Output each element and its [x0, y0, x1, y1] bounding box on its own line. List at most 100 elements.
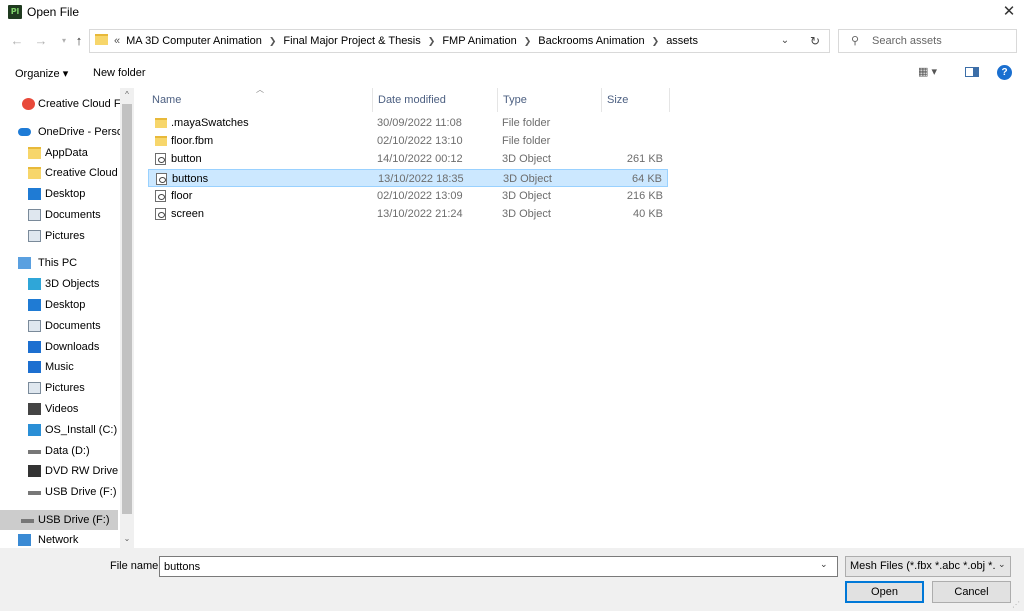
file-name: floor.fbm: [171, 135, 214, 148]
pictures-icon: [28, 382, 41, 394]
view-options-icon[interactable]: ▦ ▾: [918, 65, 937, 78]
file-row[interactable]: floor.fbm 02/10/2022 13:10 File folder: [148, 132, 668, 150]
nav-item[interactable]: AppData: [0, 143, 120, 163]
nav-item[interactable]: Documents: [0, 316, 120, 336]
creative-cloud-icon: [22, 98, 35, 110]
nav-item-label: Creative Cloud F: [45, 167, 120, 179]
folder-icon: [155, 136, 167, 147]
cancel-button[interactable]: Cancel: [932, 581, 1011, 603]
column-divider[interactable]: [497, 88, 498, 112]
folder-icon: [28, 167, 41, 179]
desktop-icon: [28, 188, 41, 200]
breadcrumb-item[interactable]: Backrooms Animation: [538, 35, 644, 47]
file-name: floor: [171, 189, 193, 202]
chevron-down-icon[interactable]: ⌄: [820, 559, 828, 570]
nav-item[interactable]: Documents: [0, 205, 120, 225]
nav-item[interactable]: Desktop: [0, 295, 120, 315]
nav-item[interactable]: Data (D:): [0, 441, 120, 461]
folder-icon: [95, 34, 108, 45]
chevron-right-icon[interactable]: ❯: [269, 36, 277, 47]
column-divider[interactable]: [372, 88, 373, 112]
back-arrow-icon[interactable]: ←: [9, 33, 25, 49]
nav-item-label: Downloads: [45, 341, 100, 353]
nav-item-label: Network: [38, 534, 79, 546]
column-header-type[interactable]: Type: [503, 93, 527, 111]
column-header-size[interactable]: Size: [607, 93, 628, 111]
column-divider[interactable]: [669, 88, 670, 112]
breadcrumb-item[interactable]: Final Major Project & Thesis: [283, 35, 420, 47]
nav-item[interactable]: OS_Install (C:): [0, 420, 120, 440]
nav-item[interactable]: 3D Objects: [0, 274, 120, 294]
up-arrow-icon[interactable]: ↑: [71, 33, 87, 49]
nav-item-label: Documents: [45, 209, 101, 221]
chevron-right-icon[interactable]: ❯: [524, 36, 532, 47]
breadcrumb-overflow[interactable]: «: [114, 35, 120, 47]
nav-item-label: This PC: [38, 257, 78, 269]
folder-icon: [155, 118, 167, 128]
chevron-down-icon[interactable]: ⌄: [998, 559, 1006, 570]
file-row[interactable]: floor 02/10/2022 13:09 3D Object 216 KB: [148, 187, 668, 205]
window-title: Open File: [27, 5, 80, 19]
scroll-up-icon[interactable]: ^: [120, 90, 134, 99]
drive-icon: [28, 450, 41, 454]
chevron-right-icon[interactable]: ❯: [428, 36, 436, 47]
title-bar: [0, 0, 1024, 25]
nav-item[interactable]: Creative Cloud F: [0, 163, 120, 183]
help-icon[interactable]: ?: [997, 65, 1012, 80]
nav-item[interactable]: Downloads: [0, 337, 120, 357]
recent-locations-chevron-icon[interactable]: ▾: [56, 33, 72, 49]
usb-drive-icon: [28, 491, 41, 495]
dvd-drive-icon: [28, 465, 41, 477]
nav-item[interactable]: OneDrive - Person: [0, 122, 120, 142]
nav-item-label: Videos: [45, 403, 79, 415]
breadcrumb-item[interactable]: MA 3D Computer Animation: [126, 35, 262, 47]
preview-pane-icon[interactable]: [965, 67, 979, 77]
search-input[interactable]: [872, 31, 1012, 51]
file-name: .mayaSwatches: [171, 117, 249, 129]
windows-drive-icon: [28, 424, 41, 436]
nav-item[interactable]: Network: [0, 530, 120, 548]
file-size: 64 KB: [632, 172, 662, 185]
file-row[interactable]: button 14/10/2022 00:12 3D Object 261 KB: [148, 150, 668, 168]
this-pc-icon: [18, 257, 31, 269]
breadcrumb-item[interactable]: assets: [666, 35, 698, 47]
chevron-right-icon[interactable]: ❯: [652, 36, 660, 47]
nav-item[interactable]: Pictures: [0, 378, 120, 398]
nav-item[interactable]: USB Drive (F:): [0, 510, 118, 530]
refresh-icon[interactable]: ↻: [806, 33, 824, 49]
organize-menu[interactable]: Organize ▾: [15, 67, 68, 80]
search-icon: ⚲: [851, 35, 860, 47]
file-name-input[interactable]: [164, 558, 804, 575]
3d-file-icon: [156, 172, 167, 185]
scroll-down-icon[interactable]: ⌄: [120, 534, 134, 543]
column-header-date[interactable]: Date modified: [378, 93, 446, 111]
nav-item[interactable]: DVD RW Drive (E: [0, 461, 120, 481]
nav-item[interactable]: Creative Cloud Fil: [0, 94, 120, 114]
pictures-icon: [28, 230, 41, 242]
file-row[interactable]: buttons 13/10/2022 18:35 3D Object 64 KB: [148, 168, 668, 187]
chevron-down-icon[interactable]: ⌄: [778, 33, 792, 49]
file-type: 3D Object: [502, 208, 551, 220]
forward-arrow-icon[interactable]: →: [33, 33, 49, 49]
file-row[interactable]: .mayaSwatches 30/09/2022 11:08 File folder: [148, 114, 668, 132]
nav-item[interactable]: Pictures: [0, 226, 120, 246]
nav-item[interactable]: Videos: [0, 399, 120, 419]
close-icon[interactable]: ✕: [998, 2, 1020, 22]
column-divider[interactable]: [601, 88, 602, 112]
open-button[interactable]: Open: [845, 581, 924, 603]
file-name: screen: [171, 208, 205, 220]
nav-item[interactable]: Desktop: [0, 184, 120, 204]
resize-grip-icon[interactable]: ⋰: [1012, 600, 1020, 609]
file-row[interactable]: screen 13/10/2022 21:24 3D Object 40 KB: [148, 205, 668, 223]
file-date: 02/10/2022 13:10: [377, 135, 463, 148]
nav-scrollbar-thumb[interactable]: [122, 104, 132, 514]
breadcrumb-item[interactable]: FMP Animation: [442, 35, 516, 47]
new-folder-button[interactable]: New folder: [93, 67, 146, 79]
column-header-name[interactable]: Name: [152, 93, 181, 111]
nav-item-label: USB Drive (F:): [38, 514, 110, 526]
file-date: 30/09/2022 11:08: [377, 117, 462, 129]
nav-item[interactable]: USB Drive (F:): [0, 482, 120, 502]
nav-item[interactable]: Music: [0, 357, 120, 377]
file-type: 3D Object: [502, 189, 551, 202]
nav-item[interactable]: This PC: [0, 253, 120, 273]
